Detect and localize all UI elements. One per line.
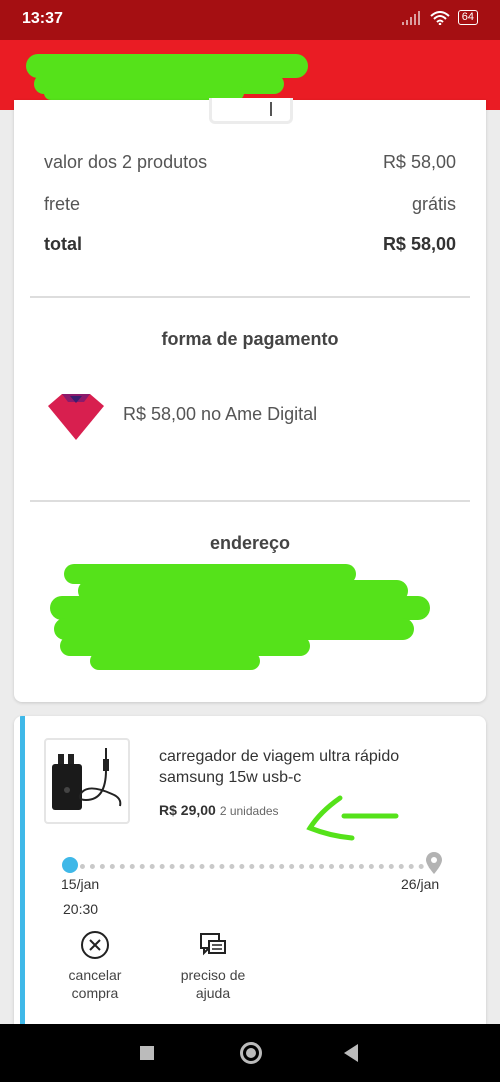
address-title: endereço <box>209 533 291 553</box>
payment-title: forma de pagamento <box>161 329 339 349</box>
product-price-line: R$ 29,00 2 unidades <box>159 802 279 818</box>
status-time: 13:37 <box>22 10 63 27</box>
total-label: total <box>44 234 82 254</box>
system-nav-bar <box>0 1024 500 1082</box>
order-item-card: carregador de viagem ultra rápido samsun… <box>14 716 486 1036</box>
back-button[interactable] <box>344 1044 358 1062</box>
home-button[interactable] <box>240 1042 262 1064</box>
shipping-row: frete grátis <box>44 194 456 215</box>
status-icons: 64 <box>401 10 478 25</box>
payment-method: R$ 58,00 no Ame Digital <box>123 404 318 424</box>
items-value: R$ 58,00 <box>382 152 456 172</box>
product-price: R$ 29,00 <box>159 802 216 818</box>
redaction-mark <box>50 596 430 620</box>
cancel-purchase-label: cancelar compra <box>68 967 122 1001</box>
wifi-icon <box>430 10 450 25</box>
status-bar: 13:37 64 <box>0 0 500 40</box>
charger-icon <box>52 748 122 810</box>
total-row: total R$ 58,00 <box>44 234 456 255</box>
need-help-button[interactable]: preciso de ajuda <box>163 930 263 1002</box>
product-image[interactable] <box>44 738 130 824</box>
end-date: 26/jan <box>401 876 440 892</box>
delivery-progress-track <box>70 864 434 869</box>
need-help-label: preciso de ajuda <box>180 967 246 1001</box>
ame-digital-logo-icon <box>48 394 104 440</box>
signal-icon <box>401 10 420 25</box>
start-time: 20:30 <box>63 901 99 917</box>
shipping-value: grátis <box>411 194 456 214</box>
arrow-annotation-icon <box>306 795 399 841</box>
redaction-mark <box>90 652 260 670</box>
product-quantity: 2 unidades <box>219 804 279 818</box>
drag-handle[interactable] <box>209 98 293 124</box>
location-pin-icon <box>426 852 442 874</box>
start-date: 15/jan <box>61 876 100 892</box>
cancel-circle-icon <box>81 931 109 959</box>
cancel-purchase-button[interactable]: cancelar compra <box>45 930 145 1002</box>
divider <box>30 296 470 298</box>
progress-current-dot <box>62 857 78 873</box>
recent-apps-button[interactable] <box>140 1046 154 1060</box>
status-accent-bar <box>20 716 25 1036</box>
divider <box>30 500 470 502</box>
items-label: valor dos 2 produtos <box>44 152 208 172</box>
total-value: R$ 58,00 <box>382 234 456 254</box>
items-value-row: valor dos 2 produtos R$ 58,00 <box>44 152 456 173</box>
order-summary-card: valor dos 2 produtos R$ 58,00 frete grát… <box>14 98 486 702</box>
chat-icon <box>200 933 226 956</box>
shipping-label: frete <box>44 194 81 214</box>
product-name[interactable]: carregador de viagem ultra rápido samsun… <box>159 746 459 788</box>
battery-icon: 64 <box>457 10 478 25</box>
